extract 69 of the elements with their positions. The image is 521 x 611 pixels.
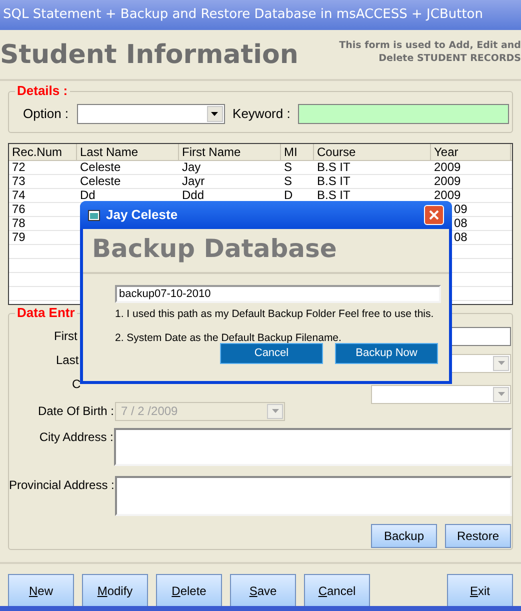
table-cell-text: 72: [11, 161, 26, 174]
form-title: Student Information: [0, 39, 298, 71]
table-cell-text: B.S IT: [316, 189, 352, 202]
dropdown-field[interactable]: [371, 384, 511, 404]
table-cell-text: 08: [453, 231, 468, 244]
caret-icon: [272, 409, 278, 413]
action-button[interactable]: Delete: [156, 574, 222, 608]
table-cell-text: B.S IT: [316, 175, 352, 188]
field-label: C: [71, 376, 81, 393]
table-cell-text: Jay: [181, 161, 202, 174]
field-label: First: [53, 328, 78, 345]
table-cell-text: 2009: [433, 189, 462, 202]
table-cell-text: Celeste: [79, 175, 122, 188]
caret-icon: [211, 112, 218, 116]
table-cell-text: 74: [11, 189, 26, 202]
column-header[interactable]: First Name: [179, 144, 281, 160]
form-description: This form is used to Add, Edit and Delete STUDENT RECORDS: [339, 39, 521, 65]
table-cell-text: Dd: [79, 189, 96, 202]
field-label: Last: [55, 352, 79, 369]
table-cell-text: 73: [11, 175, 26, 188]
table-cell-text: 2009: [433, 175, 462, 188]
city-address-label: City Address :: [38, 429, 114, 446]
dialog-title: Jay Celeste: [106, 206, 179, 224]
option-dropdown[interactable]: [76, 104, 225, 124]
action-button[interactable]: New: [8, 574, 74, 608]
action-button[interactable]: Modify: [82, 574, 148, 608]
caret-icon: [498, 361, 504, 365]
table-cell-text: 09: [453, 203, 468, 216]
table-cell-text: S: [283, 175, 294, 188]
keyword-label: Keyword :: [232, 105, 290, 124]
provincial-address-label: Provincial Address :: [9, 477, 115, 494]
column-header[interactable]: Rec.Num: [9, 144, 77, 160]
table-cell-text: S: [283, 161, 294, 174]
provincial-address-field[interactable]: [115, 476, 512, 516]
option-label: Option :: [23, 105, 69, 124]
backup-now-button[interactable]: Backup Now: [335, 343, 438, 364]
window-icon: [88, 210, 100, 220]
close-icon: [429, 210, 439, 220]
caret-icon: [498, 392, 504, 396]
backup-button[interactable]: Backup: [371, 524, 437, 548]
restore-button[interactable]: Restore: [445, 524, 511, 548]
dialog-note: 2. System Date as the Default Backup Filename.: [115, 332, 342, 345]
city-address-field[interactable]: [114, 428, 512, 466]
column-header[interactable]: MI: [281, 144, 314, 160]
table-cell-text: 76: [11, 203, 26, 216]
dropdown-button[interactable]: [206, 106, 223, 122]
table-cell-text: 08: [453, 217, 468, 230]
backup-filename-field[interactable]: backup07-10-2010: [115, 285, 441, 303]
keyword-field[interactable]: [298, 104, 509, 124]
dialog-heading: Backup Database: [92, 234, 337, 263]
column-header[interactable]: Year: [431, 144, 511, 160]
action-button[interactable]: Exit: [447, 574, 513, 608]
window-title: SQL Statement + Backup and Restore Database in msACCESS + JCButton: [3, 6, 483, 24]
table-cell-text: Ddd: [181, 189, 206, 202]
table-cell-text: 2009: [433, 161, 462, 174]
table-cell-text: 78: [11, 217, 26, 230]
cancel-button[interactable]: Cancel: [220, 343, 323, 364]
table-cell-text: Celeste: [79, 161, 122, 174]
table-cell-text: D: [283, 189, 294, 202]
dob-label: Date Of Birth :: [36, 403, 115, 420]
column-header[interactable]: Last Name: [77, 144, 179, 160]
table-cell-text: Jayr: [181, 175, 206, 188]
action-button[interactable]: Save: [230, 574, 296, 608]
table-cell-text: B.S IT: [316, 161, 352, 174]
action-button[interactable]: Cancel: [304, 574, 370, 608]
close-button[interactable]: [424, 205, 444, 225]
table-cell-text: 79: [11, 231, 26, 244]
column-header[interactable]: Course: [314, 144, 431, 160]
dialog-note: 1. I used this path as my Default Backup Folder Feel free to use this.: [115, 308, 435, 321]
